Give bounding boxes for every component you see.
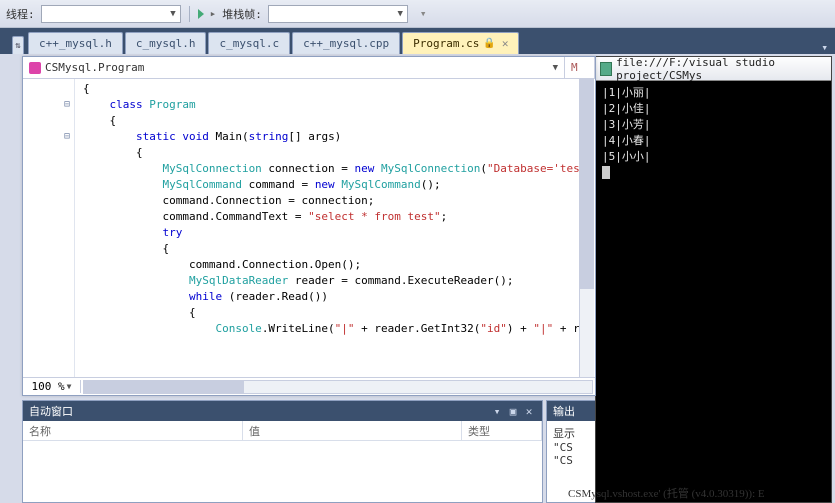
tab-c-mysql-c[interactable]: c_mysql.c — [208, 32, 290, 54]
flag-icon[interactable] — [198, 9, 204, 19]
panel-title: 输出 — [553, 403, 575, 419]
class-icon — [29, 62, 41, 74]
debug-toolbar: 线程: ▼ ▸ 堆栈帧: ▼ ▾ — [0, 0, 835, 28]
vertical-scrollbar[interactable] — [579, 79, 594, 377]
panel-title: 自动窗口 — [29, 403, 73, 419]
close-icon[interactable]: ✕ — [522, 405, 536, 418]
horizontal-scrollbar[interactable] — [83, 380, 593, 394]
thread-label: 线程: — [6, 6, 35, 22]
separator — [189, 6, 190, 22]
cursor — [602, 166, 610, 179]
zoom-combo[interactable]: 100 %▼ — [23, 380, 81, 393]
output-line: "CS — [553, 441, 589, 454]
step-arrow-icon: ▸ — [210, 7, 217, 20]
code-editor: CSMysql.Program▼ M ⊟ ⊟ { class Program {… — [22, 56, 596, 396]
document-tabs: ⇅ c++_mysql.h c_mysql.h c_mysql.c c++_my… — [0, 28, 835, 54]
fold-toggle-icon[interactable]: ⊟ — [23, 131, 74, 147]
stackframe-dropdown[interactable]: ▼ — [268, 5, 408, 23]
autos-panel: 自动窗口 ▾▣✕ 名称 值 类型 — [22, 400, 543, 503]
stackframe-label: 堆栈帧: — [222, 6, 262, 22]
chevron-down-icon: ▼ — [553, 63, 558, 73]
tab-cpp-mysql-cpp[interactable]: c++_mysql.cpp — [292, 32, 400, 54]
close-icon[interactable]: ✕ — [502, 37, 509, 50]
gutter: ⊟ ⊟ — [23, 79, 75, 377]
output-line: "CS — [553, 454, 589, 467]
col-name[interactable]: 名称 — [23, 421, 243, 440]
col-type[interactable]: 类型 — [462, 421, 542, 440]
col-value[interactable]: 值 — [243, 421, 462, 440]
pin-well-icon[interactable]: ⇅ — [12, 36, 24, 54]
console-titlebar[interactable]: file:///F:/visual studio project/CSMys — [596, 57, 831, 81]
output-overflow-line: CSMysql.vshost.exe' (托管 (v4.0.30319)): E — [568, 485, 765, 501]
toolbar-overflow-icon[interactable]: ▾ — [420, 7, 427, 20]
fold-toggle-icon[interactable]: ⊟ — [23, 99, 74, 115]
autos-columns: 名称 值 类型 — [23, 421, 542, 441]
pin-icon[interactable]: ▣ — [506, 405, 520, 418]
tab-c-mysql-h[interactable]: c_mysql.h — [125, 32, 207, 54]
lock-icon: 🔒 — [483, 38, 495, 49]
code-text[interactable]: { class Program { static void Main(strin… — [75, 79, 595, 377]
chevron-down-icon: ▼ — [170, 9, 175, 19]
terminal-output: |1|小丽| |2|小佳| |3|小芳| |4|小春| |5|小小| — [596, 81, 831, 185]
chevron-down-icon: ▼ — [67, 382, 72, 391]
tab-cpp-mysql-h[interactable]: c++_mysql.h — [28, 32, 123, 54]
namespace-combo[interactable]: CSMysql.Program▼ — [23, 57, 565, 78]
member-combo[interactable]: M — [565, 57, 595, 78]
console-window: file:///F:/visual studio project/CSMys |… — [595, 56, 832, 503]
thread-dropdown[interactable]: ▼ — [41, 5, 181, 23]
chevron-down-icon: ▼ — [397, 9, 402, 19]
app-icon — [600, 62, 612, 76]
console-title-text: file:///F:/visual studio project/CSMys — [616, 56, 827, 82]
dropdown-icon[interactable]: ▾ — [490, 405, 504, 418]
output-label: 显示 — [553, 425, 589, 441]
active-files-icon[interactable]: ▾ — [818, 41, 831, 54]
tab-program-cs[interactable]: Program.cs🔒✕ — [402, 32, 519, 54]
tab-overflow: ▾ — [818, 41, 831, 54]
